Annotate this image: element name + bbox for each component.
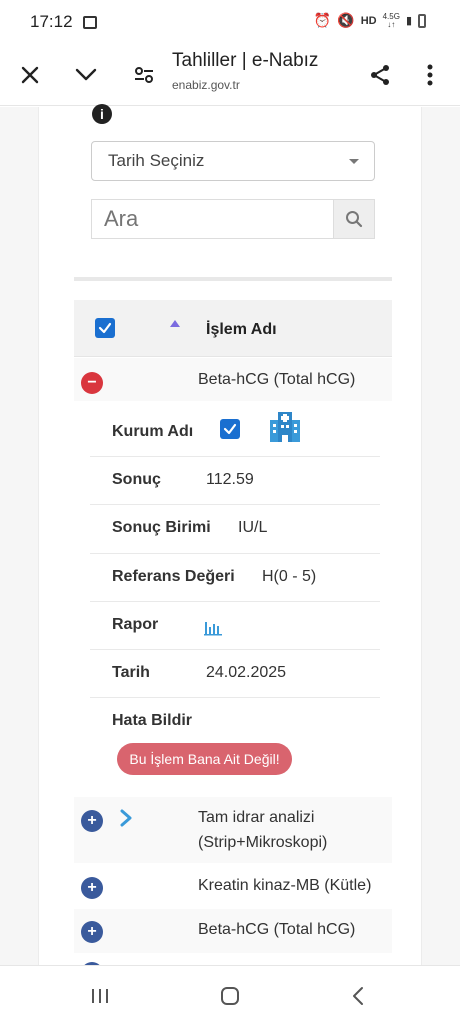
sonuc-value: 112.59: [206, 471, 254, 488]
search-group: [91, 199, 375, 239]
network-arrows: ↓↑: [387, 19, 396, 29]
search-input[interactable]: [91, 199, 333, 239]
rapor-label: Rapor: [112, 616, 159, 633]
home-icon[interactable]: [200, 966, 260, 1024]
recent-apps-icon[interactable]: [70, 966, 130, 1024]
table-row[interactable]: + Beta-hCG (Total hCG): [74, 909, 392, 953]
volte-icon: HD: [360, 14, 377, 27]
table-row[interactable]: + Tam idrar analizi (Strip+Mikroskopi): [74, 797, 392, 863]
back-icon[interactable]: [328, 966, 388, 1024]
date-select[interactable]: Tarih Seçiniz: [91, 141, 375, 181]
referans-label: Referans Değeri: [112, 568, 235, 585]
network-indicator: 4.5G ↓↑: [383, 12, 400, 29]
table-row-expanded[interactable]: − Beta-hCG (Total hCG): [74, 358, 392, 401]
birim-value: IU/L: [238, 519, 268, 536]
system-nav-bar: [0, 965, 460, 1024]
row-subtitle: (Strip+Mikroskopi): [198, 834, 328, 851]
row-title: Beta-hCG (Total hCG): [198, 921, 356, 938]
page-title-block: Tahliller | e-Nabız enabiz.gov.tr: [172, 50, 318, 92]
report-error-button[interactable]: Bu İşlem Bana Ait Değil!: [117, 743, 292, 775]
detail-divider: [90, 456, 380, 457]
mute-icon: 🔇: [337, 12, 355, 28]
detail-divider: [90, 649, 380, 650]
chevron-right-icon[interactable]: [120, 809, 132, 827]
page-url: enabiz.gov.tr: [172, 78, 240, 92]
hata-label: Hata Bildir: [112, 712, 193, 729]
kurum-label: Kurum Adı: [112, 423, 194, 440]
table-header: İşlem Adı: [74, 300, 392, 357]
table-row[interactable]: + Kreatin kinaz-MB (Kütle): [74, 864, 392, 908]
chevron-down-icon[interactable]: [70, 44, 102, 106]
page-title: Tahliller | e-Nabız: [172, 50, 319, 71]
referans-value: H(0 - 5): [262, 568, 317, 585]
gallery-notification-icon: [82, 15, 97, 29]
battery-icon: [418, 13, 426, 28]
bar-chart-icon[interactable]: [204, 618, 222, 636]
more-options-icon[interactable]: [414, 44, 446, 106]
row-title: Kreatin kinaz-MB (Kütle): [198, 877, 372, 894]
share-icon[interactable]: [364, 44, 396, 106]
close-icon[interactable]: [14, 44, 46, 106]
date-select-value: Tarih Seçiniz: [108, 151, 205, 170]
sonuc-label: Sonuç: [112, 471, 161, 488]
info-icon[interactable]: i: [92, 104, 112, 124]
column-header-islem-adi[interactable]: İşlem Adı: [206, 321, 277, 339]
section-divider: [74, 277, 392, 281]
status-icons: ⏰ 🔇 HD 4.5G ↓↑ ▮: [314, 12, 426, 29]
row-title: Tam idrar analizi: [198, 809, 315, 826]
row-title: Beta-hCG (Total hCG): [198, 371, 356, 388]
search-icon: [346, 211, 363, 228]
birim-label: Sonuç Birimi: [112, 519, 211, 536]
expand-icon[interactable]: +: [81, 877, 103, 899]
hospital-icon[interactable]: [268, 410, 302, 444]
browser-toolbar: Tahliller | e-Nabız enabiz.gov.tr: [0, 44, 460, 106]
detail-divider: [90, 697, 380, 698]
collapse-icon[interactable]: −: [81, 372, 103, 394]
signal-icon: ▮: [405, 15, 412, 27]
sort-asc-icon[interactable]: [170, 320, 180, 327]
select-all-checkbox[interactable]: [95, 318, 115, 338]
alarm-icon: ⏰: [313, 12, 332, 28]
detail-divider: [90, 504, 380, 505]
tarih-value: 24.02.2025: [206, 664, 287, 681]
tarih-label: Tarih: [112, 664, 150, 681]
table-row-partial[interactable]: +: [74, 954, 392, 965]
detail-divider: [90, 553, 380, 554]
status-bar: 17:12 ⏰ 🔇 HD 4.5G ↓↑ ▮: [0, 0, 460, 44]
search-button[interactable]: [333, 199, 375, 239]
expand-icon[interactable]: +: [81, 921, 103, 943]
site-settings-icon[interactable]: [128, 44, 160, 106]
expand-icon[interactable]: +: [81, 810, 103, 832]
caret-down-icon: [349, 159, 359, 164]
detail-divider: [90, 601, 380, 602]
kurum-checkbox[interactable]: [220, 419, 240, 439]
status-time: 17:12: [30, 12, 73, 31]
